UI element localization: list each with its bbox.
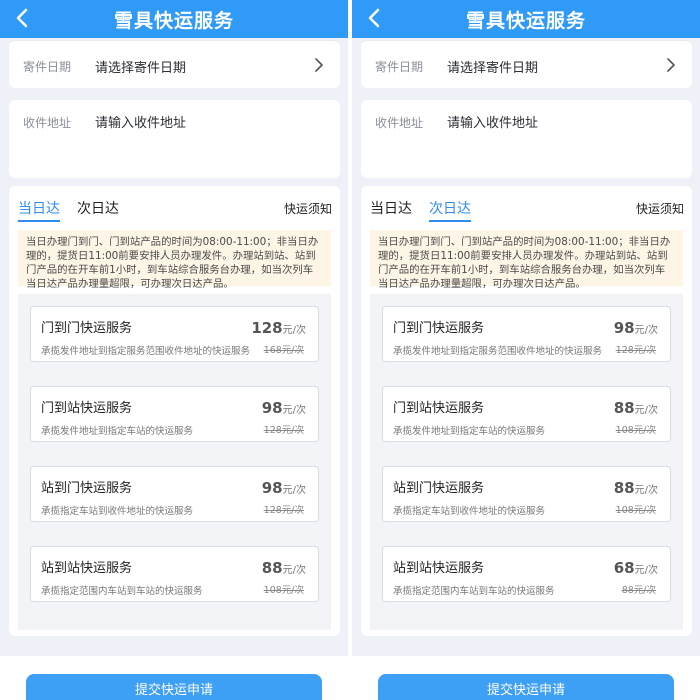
service-original-price: 128元/次 — [615, 345, 656, 356]
page-title: 雪具快运服务 — [465, 10, 586, 32]
service-option-door-to-station[interactable]: 门到站快运服务 承揽发件地址到指定车站的快运服务 88元/次 108元/次 — [382, 386, 671, 442]
service-original-price: 88元/次 — [621, 585, 656, 596]
address-field[interactable]: 收件地址 请输入收件地址 — [361, 100, 692, 178]
service-original-price: 108元/次 — [263, 585, 304, 596]
service-desc: 承揽发件地址到指定车站的快运服务 — [41, 426, 194, 437]
service-desc: 承揽指定范围内车站到车站的快运服务 — [393, 586, 555, 597]
service-name: 门到门快运服务 — [393, 321, 485, 336]
service-original-price: 108元/次 — [615, 425, 656, 436]
service-name: 门到门快运服务 — [41, 321, 133, 336]
ship-date-placeholder: 请选择寄件日期 — [95, 61, 187, 76]
service-selection-card: 当日达 次日达 快运须知 当日办理门到门、门到站产品的时间为08:00-11:0… — [9, 186, 340, 636]
service-desc: 承揽指定范围内车站到车站的快运服务 — [41, 586, 203, 597]
tab-next-day[interactable]: 次日达 — [77, 198, 119, 218]
phone-screen-same-day: 雪具快运服务 寄件日期 请选择寄件日期 收件地址 请输入收件地址 当日达 次日达… — [0, 0, 348, 700]
service-option-door-to-door[interactable]: 门到门快运服务 承揽发件地址到指定服务范围收件地址的快运服务 98元/次 128… — [382, 306, 671, 362]
service-option-door-to-station[interactable]: 门到站快运服务 承揽发件地址到指定车站的快运服务 98元/次 128元/次 — [30, 386, 319, 442]
chevron-right-icon — [667, 58, 675, 72]
submit-button[interactable]: 提交快运申请 — [378, 674, 674, 700]
service-original-price: 108元/次 — [615, 505, 656, 516]
service-price: 98元/次 — [613, 319, 658, 337]
notice-banner: 当日办理门到门、门到站产品的时间为08:00-11:00；非当日办理的，提货日1… — [370, 230, 683, 290]
service-desc: 承揽指定车站到收件地址的快运服务 — [393, 506, 546, 517]
tab-next-day[interactable]: 次日达 — [429, 198, 471, 222]
service-price: 88元/次 — [613, 399, 658, 417]
address-placeholder: 请输入收件地址 — [95, 116, 187, 131]
address-placeholder: 请输入收件地址 — [447, 116, 539, 131]
service-price: 88元/次 — [613, 479, 658, 497]
service-desc: 承揽发件地址到指定车站的快运服务 — [393, 426, 546, 437]
ship-date-label: 寄件日期 — [23, 60, 72, 74]
chevron-right-icon — [315, 58, 323, 72]
service-original-price: 128元/次 — [263, 505, 304, 516]
service-name: 门到站快运服务 — [41, 401, 133, 416]
service-price: 98元/次 — [261, 399, 306, 417]
shipping-notice-link[interactable]: 快运须知 — [284, 200, 332, 217]
service-option-station-to-station[interactable]: 站到站快运服务 承揽指定范围内车站到车站的快运服务 68元/次 88元/次 — [382, 546, 671, 602]
service-desc: 承揽发件地址到指定服务范围收件地址的快运服务 — [41, 346, 251, 357]
service-list: 门到门快运服务 承揽发件地址到指定服务范围收件地址的快运服务 128元/次 16… — [18, 294, 331, 630]
service-option-door-to-door[interactable]: 门到门快运服务 承揽发件地址到指定服务范围收件地址的快运服务 128元/次 16… — [30, 306, 319, 362]
service-name: 站到站快运服务 — [393, 561, 485, 576]
address-label: 收件地址 — [23, 116, 72, 130]
service-name: 站到门快运服务 — [41, 481, 133, 496]
ship-date-row[interactable]: 寄件日期 请选择寄件日期 — [361, 40, 692, 88]
service-option-station-to-door[interactable]: 站到门快运服务 承揽指定车站到收件地址的快运服务 98元/次 128元/次 — [30, 466, 319, 522]
ship-date-placeholder: 请选择寄件日期 — [447, 61, 539, 76]
ship-date-label: 寄件日期 — [375, 60, 424, 74]
submit-button[interactable]: 提交快运申请 — [26, 674, 322, 700]
app-header: 雪具快运服务 — [352, 0, 700, 38]
service-price: 88元/次 — [261, 559, 306, 577]
app-header: 雪具快运服务 — [0, 0, 348, 38]
phone-screen-next-day: 雪具快运服务 寄件日期 请选择寄件日期 收件地址 请输入收件地址 当日达 次日达… — [352, 0, 700, 700]
submit-bar: 提交快运申请 — [352, 656, 700, 700]
service-price: 128元/次 — [251, 319, 306, 337]
service-option-station-to-station[interactable]: 站到站快运服务 承揽指定范围内车站到车站的快运服务 88元/次 108元/次 — [30, 546, 319, 602]
ship-date-row[interactable]: 寄件日期 请选择寄件日期 — [9, 40, 340, 88]
tab-same-day[interactable]: 当日达 — [370, 198, 412, 218]
address-label: 收件地址 — [375, 116, 424, 130]
service-original-price: 168元/次 — [263, 345, 304, 356]
service-original-price: 128元/次 — [263, 425, 304, 436]
notice-banner: 当日办理门到门、门到站产品的时间为08:00-11:00；非当日办理的，提货日1… — [18, 230, 331, 290]
service-name: 站到门快运服务 — [393, 481, 485, 496]
service-list: 门到门快运服务 承揽发件地址到指定服务范围收件地址的快运服务 98元/次 128… — [370, 294, 683, 630]
service-selection-card: 当日达 次日达 快运须知 当日办理门到门、门到站产品的时间为08:00-11:0… — [361, 186, 692, 636]
submit-bar: 提交快运申请 — [0, 656, 348, 700]
service-price: 98元/次 — [261, 479, 306, 497]
service-option-station-to-door[interactable]: 站到门快运服务 承揽指定车站到收件地址的快运服务 88元/次 108元/次 — [382, 466, 671, 522]
page-title: 雪具快运服务 — [113, 10, 234, 32]
service-price: 68元/次 — [613, 559, 658, 577]
tab-same-day[interactable]: 当日达 — [18, 198, 60, 222]
shipping-notice-link[interactable]: 快运须知 — [636, 200, 684, 217]
service-name: 站到站快运服务 — [41, 561, 133, 576]
service-desc: 承揽发件地址到指定服务范围收件地址的快运服务 — [393, 346, 603, 357]
address-field[interactable]: 收件地址 请输入收件地址 — [9, 100, 340, 178]
service-name: 门到站快运服务 — [393, 401, 485, 416]
service-desc: 承揽指定车站到收件地址的快运服务 — [41, 506, 194, 517]
